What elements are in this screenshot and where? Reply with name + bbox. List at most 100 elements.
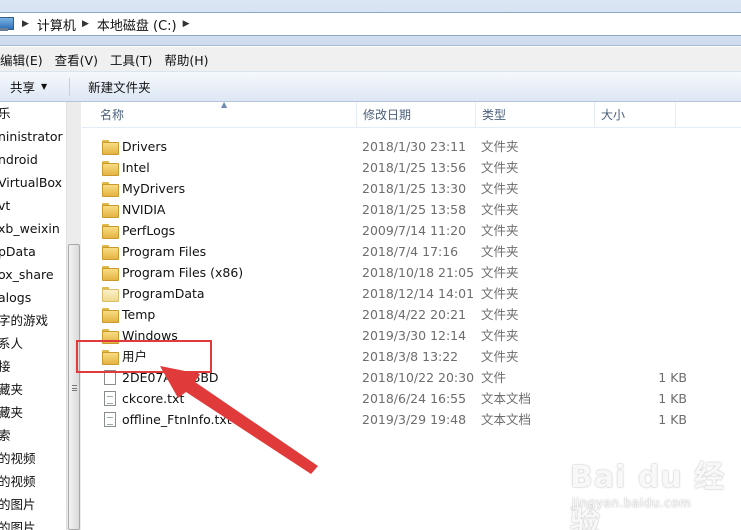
nav-item-label: xb_weixin xyxy=(0,221,60,236)
text-file-icon xyxy=(104,412,116,427)
file-date: 2019/3/30 12:14 xyxy=(362,328,467,343)
file-name: MyDrivers xyxy=(122,181,186,196)
file-row[interactable]: Drivers 2018/1/30 23:11 文件夹 xyxy=(94,136,694,157)
nav-item-label: pData xyxy=(0,244,36,259)
file-name: offline_FtnInfo.txt xyxy=(122,412,232,427)
new-folder-button[interactable]: 新建文件夹 xyxy=(80,77,159,96)
nav-item[interactable]: ox_share xyxy=(0,263,66,286)
navigation-pane: 乐 ninistrator ndroid VirtualBox vt xb_weixinp… xyxy=(0,102,66,530)
menu-tools[interactable]: 工具(T) xyxy=(110,50,152,69)
share-button[interactable]: 共享 ▼ xyxy=(2,77,55,96)
file-row[interactable]: ProgramData 2018/12/14 14:01 文件夹 xyxy=(94,283,694,304)
nav-scrollbar-thumb[interactable] xyxy=(68,244,80,530)
nav-item-label: 的视频 xyxy=(0,474,36,489)
nav-item[interactable]: 藏夹 xyxy=(0,378,66,401)
nav-item[interactable]: xb_weixin xyxy=(0,217,66,240)
menu-edit[interactable]: 编辑(E) xyxy=(0,50,43,69)
file-date: 2018/10/22 20:30 xyxy=(362,370,475,385)
column-type[interactable]: 类型 xyxy=(476,102,595,128)
folder-icon xyxy=(102,140,119,155)
nav-item[interactable]: 字的游戏 xyxy=(0,309,66,332)
nav-item[interactable]: 的视频 xyxy=(0,470,66,493)
nav-item-label: 藏夹 xyxy=(0,382,24,397)
nav-item[interactable]: 接 xyxy=(0,355,66,378)
file-row[interactable]: Intel 2018/1/25 13:56 文件夹 xyxy=(94,157,694,178)
chevron-right-icon[interactable]: ▶ xyxy=(22,19,29,29)
nav-item[interactable]: VirtualBox xyxy=(0,171,66,194)
menu-bar: 编辑(E) 查看(V) 工具(T) 帮助(H) xyxy=(0,47,741,72)
file-type: 文件夹 xyxy=(481,202,519,217)
breadcrumb-computer[interactable]: 计算机 xyxy=(37,15,76,34)
file-row[interactable]: NVIDIA 2018/1/25 13:58 文件夹 xyxy=(94,199,694,220)
file-type: 文件夹 xyxy=(481,181,519,196)
nav-item[interactable]: 系人 xyxy=(0,332,66,355)
nav-item-label: 藏夹 xyxy=(0,405,24,420)
column-name[interactable]: 名称 xyxy=(94,102,357,128)
file-row[interactable]: MyDrivers 2018/1/25 13:30 文件夹 xyxy=(94,178,694,199)
breadcrumb-local-disk[interactable]: 本地磁盘 (C:) xyxy=(97,15,177,34)
file-type: 文件夹 xyxy=(481,160,519,175)
file-row[interactable]: Temp 2018/4/22 20:21 文件夹 xyxy=(94,304,694,325)
folder-icon xyxy=(102,245,119,260)
menu-help[interactable]: 帮助(H) xyxy=(164,50,208,69)
nav-item-label: VirtualBox xyxy=(0,175,63,190)
nav-item[interactable]: pData xyxy=(0,240,66,263)
nav-item[interactable]: 藏夹 xyxy=(0,401,66,424)
file-row[interactable]: Program Files (x86) 2018/10/18 21:05 文件夹 xyxy=(94,262,694,283)
file-date: 2018/6/24 16:55 xyxy=(362,391,467,406)
menu-view[interactable]: 查看(V) xyxy=(55,50,98,69)
chevron-right-icon[interactable]: ▶ xyxy=(183,19,190,29)
nav-item[interactable]: 的视频 xyxy=(0,447,66,470)
nav-item[interactable]: vt xyxy=(0,194,66,217)
nav-item[interactable]: 乐 xyxy=(0,102,66,125)
file-type: 文本文档 xyxy=(481,391,532,406)
file-type: 文件夹 xyxy=(481,244,519,259)
nav-item[interactable]: alogs xyxy=(0,286,66,309)
nav-item[interactable]: 索 xyxy=(0,424,66,447)
watermark-logo: Bai du 经验 xyxy=(570,460,726,530)
folder-icon xyxy=(102,161,119,176)
file-size: 1 KB xyxy=(658,412,687,427)
file-row[interactable]: ckcore.txt 2018/6/24 16:55 文本文档 1 KB xyxy=(94,388,694,409)
file-date: 2018/4/22 20:21 xyxy=(362,307,467,322)
file-date: 2009/7/14 11:20 xyxy=(362,223,467,238)
nav-item-label: ninistrator xyxy=(0,129,63,144)
nav-item-label: ox_share xyxy=(0,267,54,282)
nav-item-label: vt xyxy=(0,198,11,213)
file-type: 文件夹 xyxy=(481,286,519,301)
nav-item-label: ndroid xyxy=(0,152,38,167)
folder-icon xyxy=(102,308,119,323)
column-date-modified[interactable]: 修改日期 xyxy=(357,102,476,128)
file-name: Intel xyxy=(122,160,150,175)
file-type: 文件夹 xyxy=(481,307,519,322)
nav-item[interactable]: 的图片 xyxy=(0,493,66,516)
nav-item-label: 系人 xyxy=(0,336,24,351)
nav-item-label: 接 xyxy=(0,359,11,374)
file-name: Program Files xyxy=(122,244,207,259)
file-type: 文件 xyxy=(481,370,507,385)
nav-item[interactable]: ndroid xyxy=(0,148,66,171)
file-row[interactable]: PerfLogs 2009/7/14 11:20 文件夹 xyxy=(94,220,694,241)
command-bar: 共享 ▼ 新建文件夹 xyxy=(0,72,741,102)
share-label: 共享 xyxy=(10,80,36,95)
nav-item-label: 的图片 xyxy=(0,520,36,530)
chevron-right-icon[interactable]: ▶ xyxy=(82,19,89,29)
file-date: 2018/10/18 21:05 xyxy=(362,265,475,280)
address-bar: ▶ 计算机 ▶ 本地磁盘 (C:) ▶ xyxy=(0,0,741,46)
computer-icon xyxy=(0,17,16,31)
file-row[interactable]: Program Files 2018/7/4 17:16 文件夹 xyxy=(94,241,694,262)
nav-scrollbar[interactable] xyxy=(66,102,81,530)
file-row[interactable]: offline_FtnInfo.txt 2019/3/29 19:48 文本文档 1 … xyxy=(94,409,694,430)
file-type: 文件夹 xyxy=(481,139,519,154)
file-type: 文件夹 xyxy=(481,265,519,280)
column-size[interactable]: 大小 xyxy=(595,102,676,128)
nav-item-label: 的图片 xyxy=(0,497,36,512)
address-box[interactable]: ▶ 计算机 ▶ 本地磁盘 (C:) ▶ xyxy=(0,12,741,36)
file-date: 2018/1/25 13:58 xyxy=(362,202,467,217)
folder-icon xyxy=(102,266,119,281)
file-size: 1 KB xyxy=(658,370,687,385)
nav-item[interactable]: 的图片 xyxy=(0,516,66,530)
file-date: 2019/3/29 19:48 xyxy=(362,412,467,427)
folder-icon xyxy=(102,182,119,197)
nav-item[interactable]: ninistrator xyxy=(0,125,66,148)
